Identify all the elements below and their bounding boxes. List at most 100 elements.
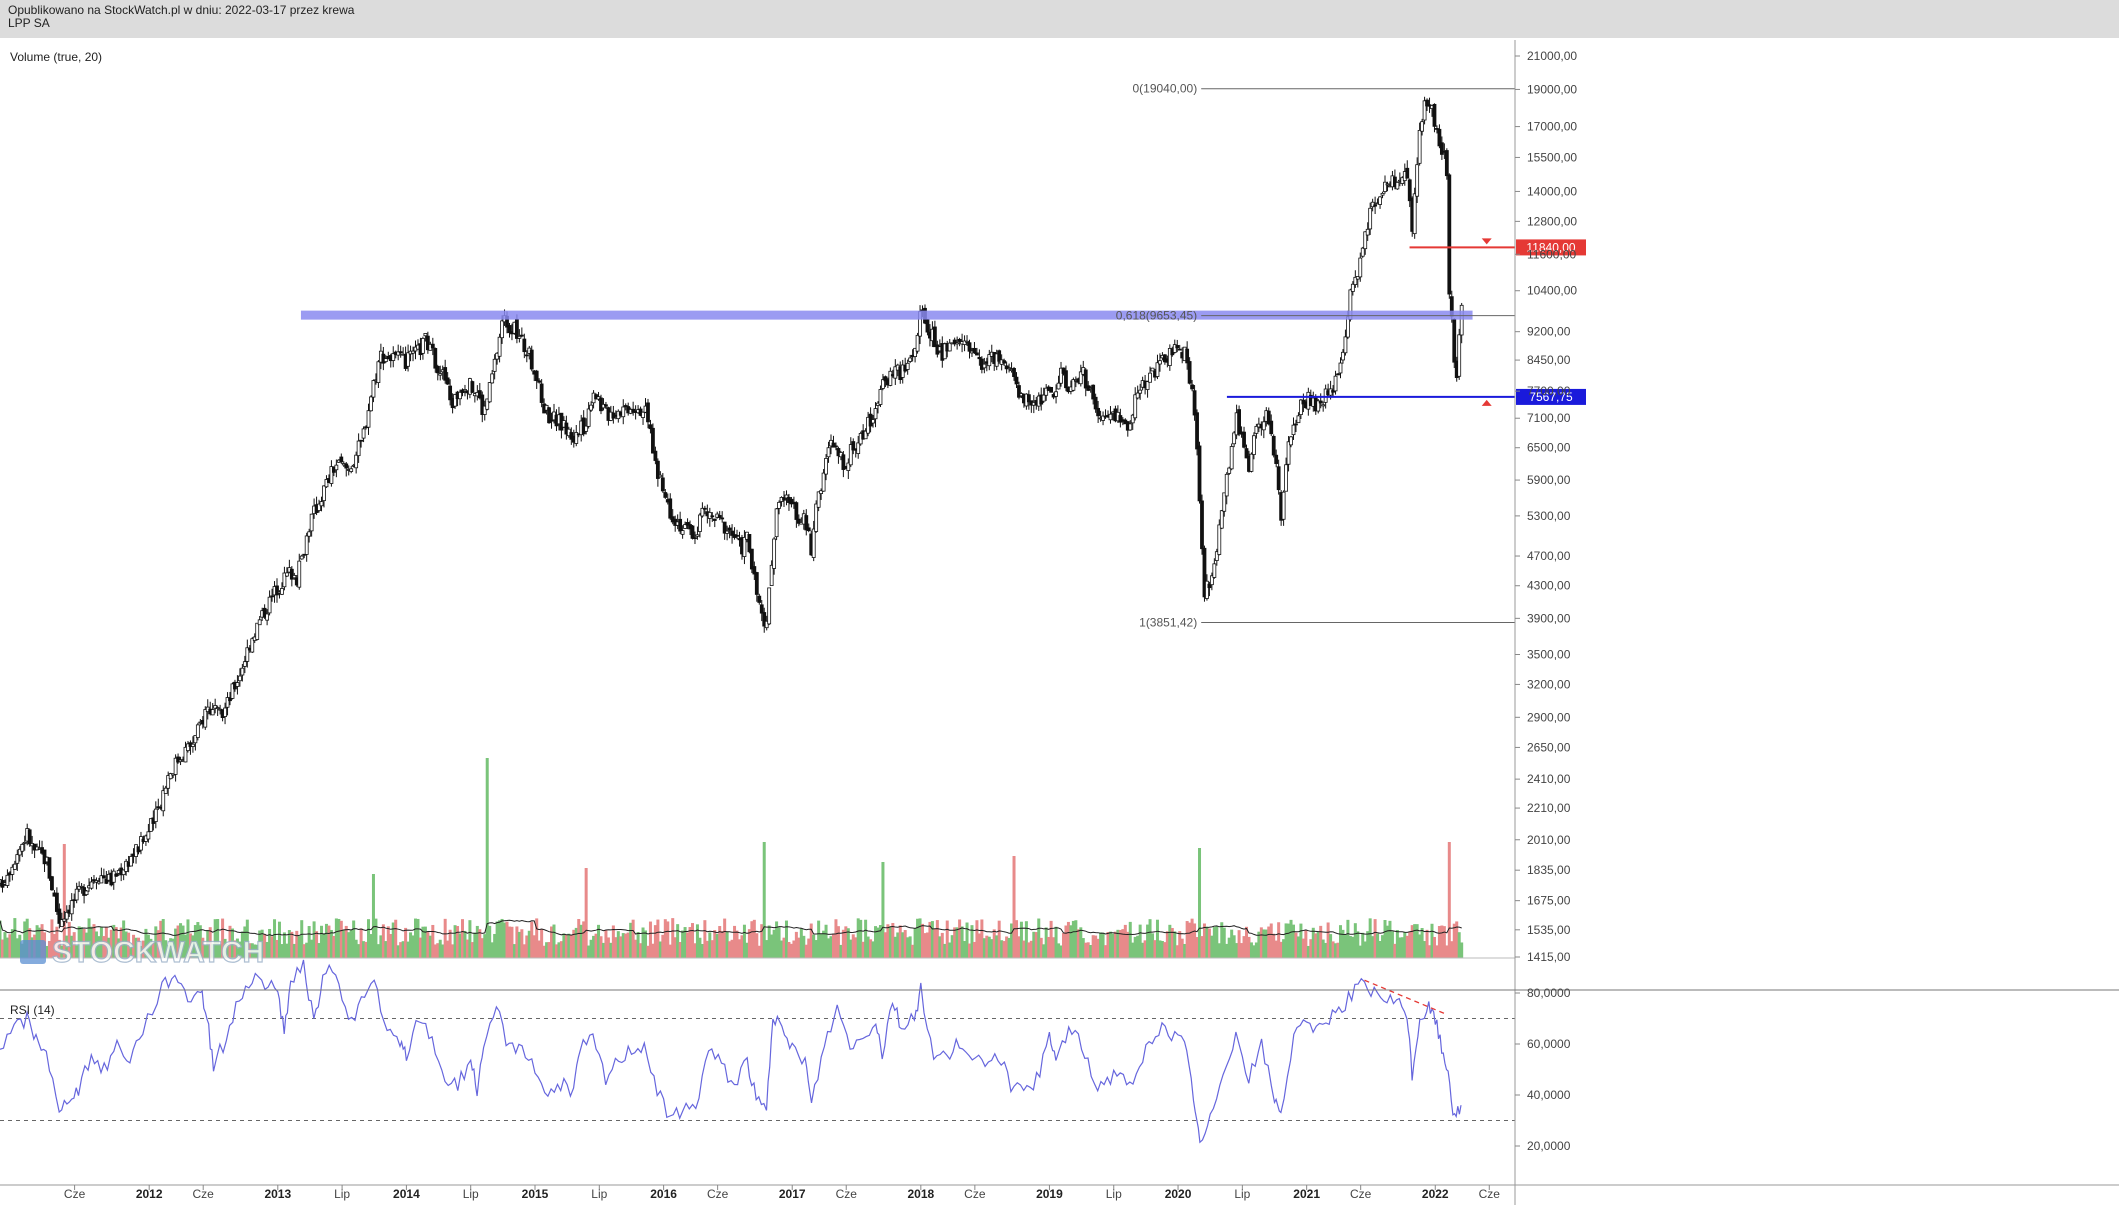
- candle-body: [742, 537, 747, 557]
- x-tick-label: 2013: [264, 1187, 291, 1201]
- candle-body: [203, 709, 208, 728]
- candle-body: [1420, 121, 1425, 132]
- candle-body: [1341, 351, 1345, 361]
- candle-body: [1412, 193, 1417, 235]
- candle-body: [710, 515, 715, 518]
- rsi-y-tick-label: 40,0000: [1527, 1088, 1571, 1102]
- candle-body: [242, 661, 247, 667]
- candle-body: [1395, 181, 1400, 190]
- candle-body: [621, 406, 626, 418]
- candle-body: [255, 622, 260, 640]
- candle-body: [1333, 375, 1338, 392]
- candle-body: [1083, 369, 1088, 389]
- candle-body: [1318, 400, 1323, 404]
- candle-body: [235, 682, 240, 687]
- candle-body: [470, 381, 475, 393]
- candle-body: [586, 408, 591, 427]
- price-y-tick-label: 4300,00: [1527, 579, 1571, 593]
- candle-body: [84, 890, 89, 896]
- price-y-tick-label: 5300,00: [1527, 509, 1571, 523]
- rsi-divergence-line: [1364, 979, 1445, 1015]
- candle-body: [1261, 421, 1266, 431]
- candle-body: [1447, 174, 1452, 295]
- candle-body: [1014, 376, 1019, 385]
- candle-body: [690, 525, 695, 539]
- candle-body: [1284, 464, 1288, 492]
- candle-body: [1096, 407, 1101, 417]
- candle-body: [1148, 372, 1152, 383]
- candle-body: [257, 619, 262, 626]
- candle-body: [1056, 382, 1061, 390]
- price-y-tick-label: 1535,00: [1527, 923, 1571, 937]
- candle-body: [977, 356, 982, 360]
- candle-body: [146, 831, 151, 840]
- x-tick-label: Cze: [193, 1187, 215, 1201]
- rsi-y-tick-label: 20,0000: [1527, 1139, 1571, 1153]
- candle-body: [1150, 367, 1155, 372]
- candle-body: [529, 349, 534, 370]
- candle-body: [925, 319, 930, 333]
- candle-body: [908, 357, 913, 362]
- candle-body: [74, 888, 79, 901]
- candle-body: [1385, 183, 1390, 186]
- candle-body: [307, 531, 312, 537]
- candle-body: [463, 389, 467, 392]
- x-tick-label: Lip: [1106, 1187, 1122, 1201]
- candle-body: [433, 348, 438, 369]
- candle-body: [371, 380, 376, 398]
- price-y-tick-label: 10400,00: [1527, 284, 1577, 298]
- candle-body: [89, 881, 94, 889]
- price-y-tick-label: 9200,00: [1527, 325, 1571, 339]
- price-y-tick-label: 15500,00: [1527, 150, 1577, 164]
- candle-body: [955, 342, 960, 345]
- candle-body: [1452, 318, 1457, 363]
- volume-layer: [0, 758, 1515, 959]
- resistance-marker: [1481, 238, 1492, 245]
- price-layer: [0, 96, 1464, 929]
- candle-body: [1271, 435, 1276, 456]
- candle-body: [22, 841, 27, 844]
- candle-body: [1049, 386, 1054, 393]
- candle-body: [500, 320, 504, 339]
- candle-body: [111, 870, 116, 883]
- candle-body: [712, 518, 717, 521]
- candle-body: [1138, 389, 1143, 394]
- candle-body: [668, 498, 673, 519]
- candle-body: [1108, 413, 1113, 421]
- candle-body: [438, 373, 443, 376]
- candle-body: [430, 343, 435, 349]
- candle-body: [215, 707, 220, 709]
- candle-body: [284, 572, 289, 577]
- x-tick-label: 2021: [1293, 1187, 1320, 1201]
- volume-bar: [1460, 942, 1464, 958]
- candle-body: [873, 408, 878, 420]
- candle-body: [982, 363, 987, 369]
- candle-body: [1365, 228, 1370, 236]
- price-y-tick-label: 2900,00: [1527, 710, 1571, 724]
- candle-body: [1296, 415, 1301, 424]
- x-tick-label: Lip: [591, 1187, 607, 1201]
- candle-body: [749, 548, 754, 570]
- candle-body: [905, 362, 910, 370]
- candle-body: [1360, 247, 1365, 257]
- x-tick-label: Cze: [964, 1187, 986, 1201]
- candle-body: [947, 342, 952, 352]
- candle-body: [1145, 381, 1150, 390]
- x-tick-label: 2014: [393, 1187, 420, 1201]
- candle-body: [20, 843, 25, 852]
- candle-body: [1274, 454, 1279, 464]
- candle-body: [1064, 370, 1068, 389]
- candle-body: [497, 336, 502, 357]
- candle-body: [759, 604, 764, 614]
- x-tick-label: 2016: [650, 1187, 677, 1201]
- candle-body: [1252, 435, 1256, 455]
- candle-body: [589, 404, 594, 411]
- candle-body: [297, 560, 302, 588]
- candle-body: [1254, 425, 1259, 434]
- candle-body: [1276, 466, 1281, 491]
- price-chart[interactable]: Volume (true, 20) RSI (14) 0(19040,00) 0,…: [0, 0, 2119, 1205]
- candle-body: [304, 535, 309, 555]
- candle-body: [47, 857, 52, 879]
- candle-body: [757, 595, 762, 603]
- x-tick-label: Cze: [707, 1187, 729, 1201]
